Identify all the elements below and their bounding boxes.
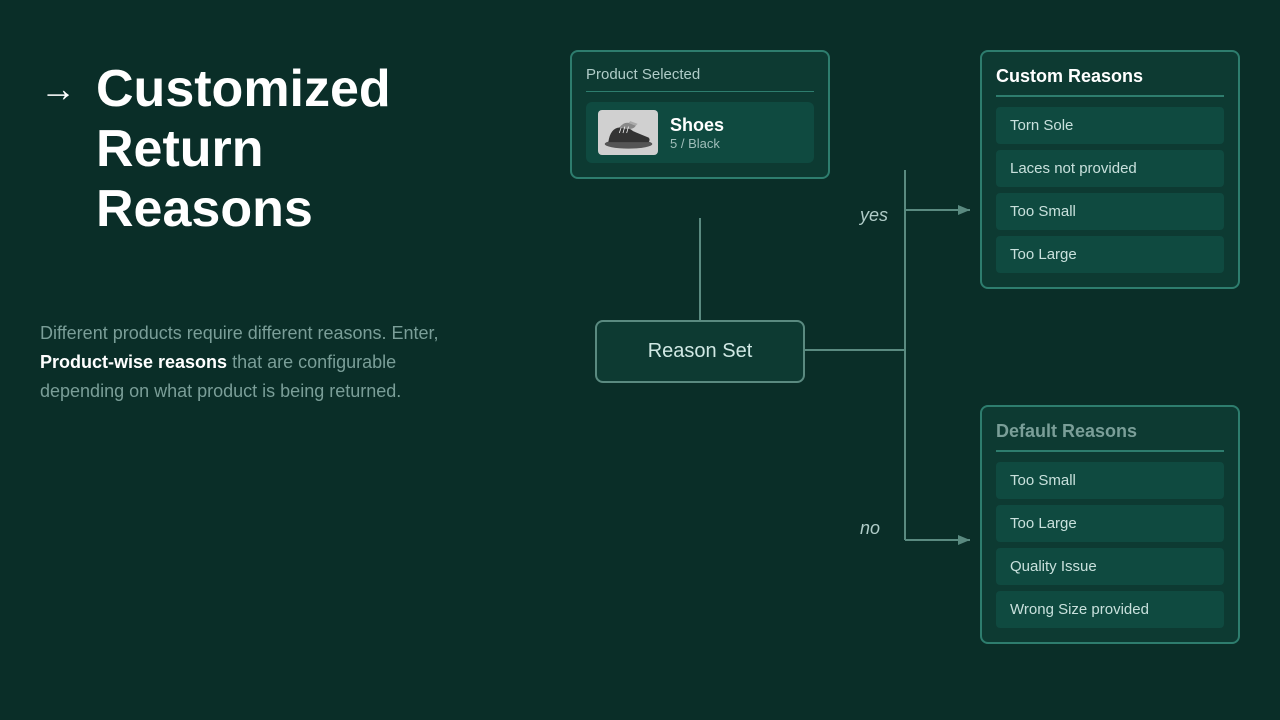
product-selected-label: Product Selected xyxy=(586,66,814,92)
description-text: Different products require different rea… xyxy=(40,319,470,405)
diagram-section: Product Selected Shoes 5 / Black xyxy=(540,50,1240,690)
custom-reasons-label: Custom Reasons xyxy=(996,66,1224,97)
left-section: → Customized Return Reasons Different pr… xyxy=(40,0,520,720)
default-reason-item-1: Too Small xyxy=(996,462,1224,499)
reason-set-box: Reason Set xyxy=(595,320,805,383)
custom-reason-item-2: Laces not provided xyxy=(996,150,1224,187)
default-reason-item-2: Too Large xyxy=(996,505,1224,542)
shoe-image xyxy=(598,110,658,155)
arrow-icon: → xyxy=(40,68,76,110)
yes-label: yes xyxy=(860,205,888,226)
product-card: Shoes 5 / Black xyxy=(586,102,814,163)
default-reason-item-4: Wrong Size provided xyxy=(996,591,1224,628)
product-name: Shoes xyxy=(670,115,724,136)
custom-reason-item-1: Torn Sole xyxy=(996,107,1224,144)
product-selected-box: Product Selected Shoes 5 / Black xyxy=(570,50,830,179)
product-variant: 5 / Black xyxy=(670,136,724,151)
main-title: Customized Return Reasons xyxy=(96,60,391,239)
custom-reason-item-4: Too Large xyxy=(996,236,1224,273)
reason-set-label: Reason Set xyxy=(648,340,753,363)
default-reasons-label: Default Reasons xyxy=(996,421,1224,452)
default-reason-item-3: Quality Issue xyxy=(996,548,1224,585)
title-container: → Customized Return Reasons xyxy=(40,60,520,239)
custom-reason-item-3: Too Small xyxy=(996,193,1224,230)
custom-reasons-box: Custom Reasons Torn Sole Laces not provi… xyxy=(980,50,1240,289)
default-reasons-box: Default Reasons Too Small Too Large Qual… xyxy=(980,405,1240,644)
product-info: Shoes 5 / Black xyxy=(670,115,724,151)
no-label: no xyxy=(860,518,880,539)
